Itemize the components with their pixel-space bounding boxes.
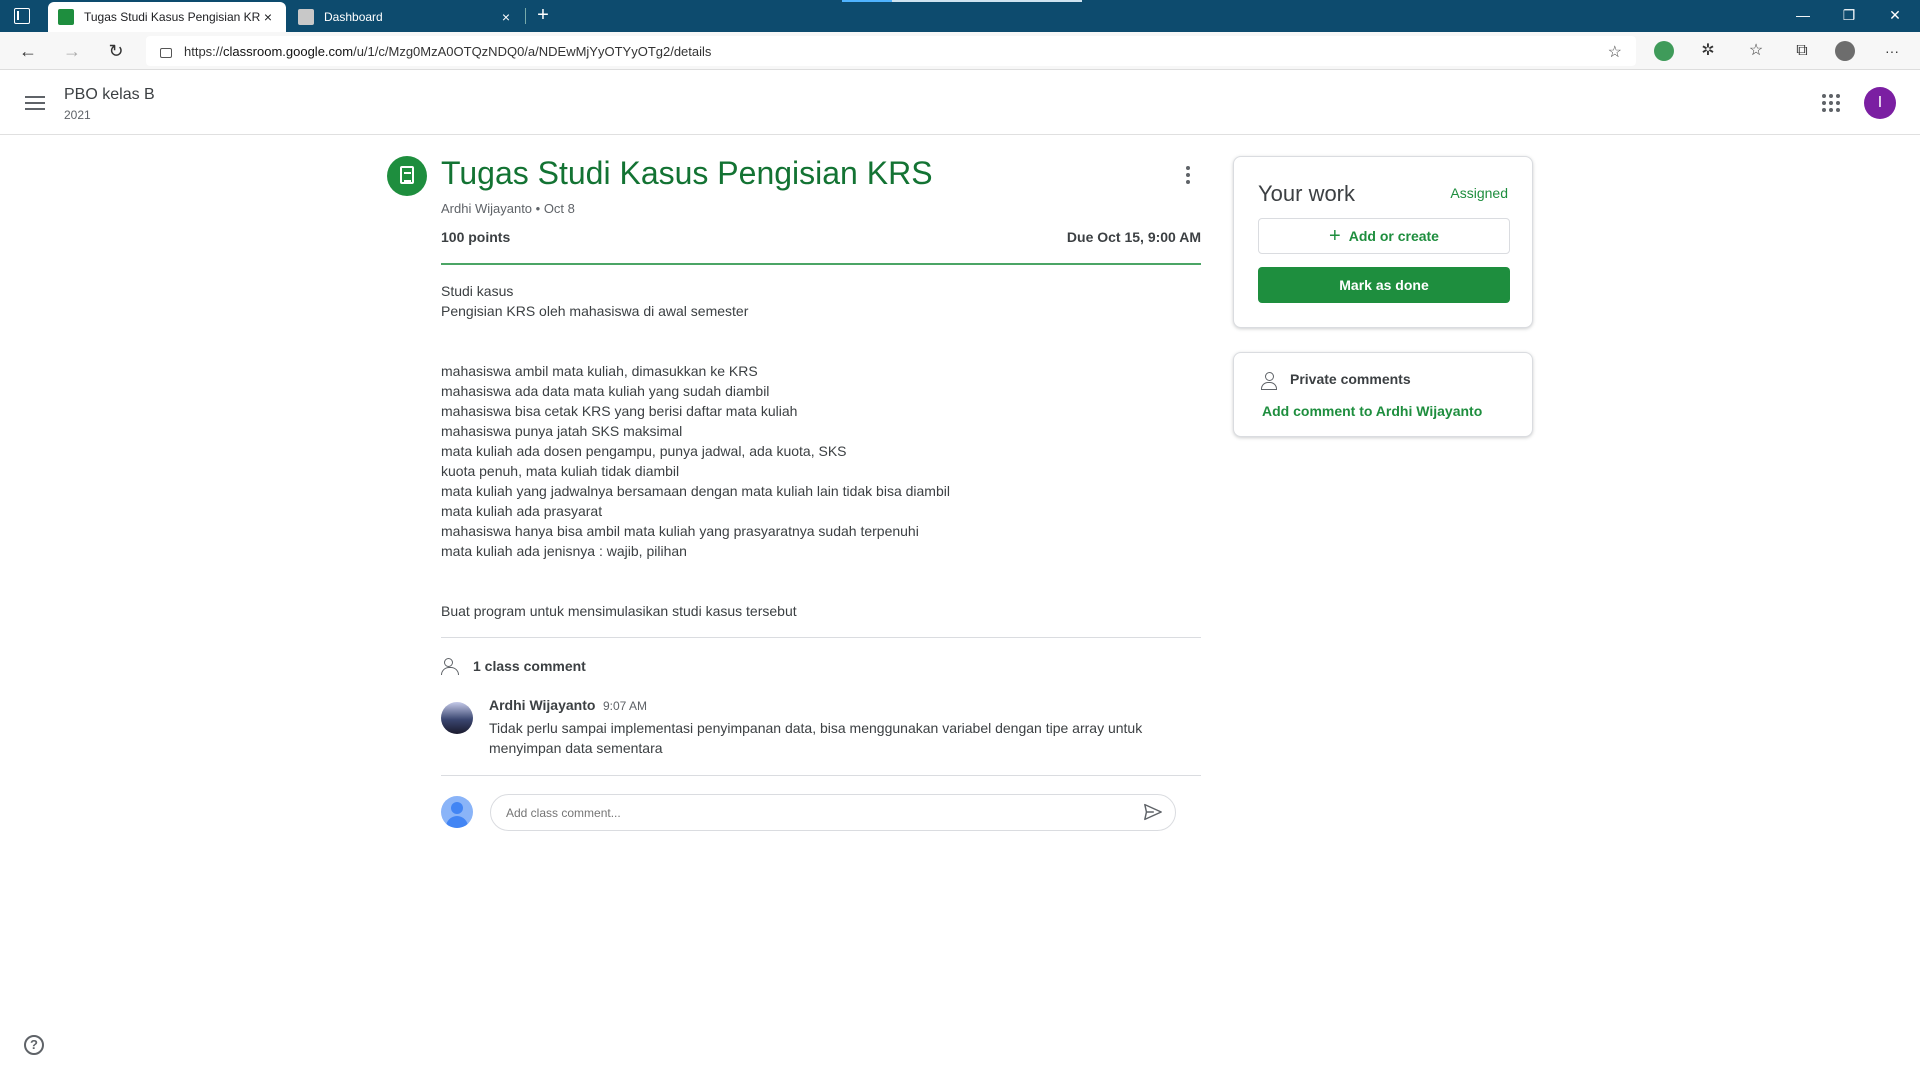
collections-icon[interactable]: ⧉ [1788, 38, 1816, 66]
class-comment-input[interactable] [490, 794, 1176, 831]
description-line: mata kuliah yang jadwalnya bersamaan den… [441, 483, 950, 499]
tab-label: Tugas Studi Kasus Pengisian KRS [84, 10, 260, 24]
menu-icon[interactable] [25, 96, 45, 110]
description-line: mahasiswa bisa cetak KRS yang berisi daf… [441, 403, 798, 419]
description-line: kuota penuh, mata kuliah tidak diambil [441, 463, 680, 479]
add-favorite-icon[interactable]: ☆ [1608, 42, 1622, 62]
your-work-card: Your work Assigned + Add or create Mark … [1233, 156, 1533, 328]
comment-author: Ardhi Wijayanto [489, 697, 596, 713]
classroom-favicon-icon [58, 9, 74, 25]
private-comments-card: Private comments Add comment to Ardhi Wi… [1233, 352, 1533, 437]
description-line [441, 561, 1201, 581]
plus-icon: + [1329, 224, 1341, 247]
author-date: Ardhi Wijayanto • Oct 8 [441, 201, 575, 216]
tab-close-icon[interactable]: × [260, 9, 276, 25]
description-line: Studi kasus [441, 283, 514, 299]
back-button[interactable]: ← [14, 38, 42, 66]
description-line: Pengisian KRS oleh mahasiswa di awal sem… [441, 303, 749, 319]
tab-label: Dashboard [324, 10, 383, 24]
description-line: mahasiswa hanya bisa ambil mata kuliah y… [441, 523, 919, 539]
more-options-icon[interactable] [1182, 166, 1194, 186]
new-tab-button[interactable]: + [530, 4, 556, 28]
description-line: mata kuliah ada dosen pengampu, punya ja… [441, 443, 847, 459]
points: 100 points [441, 229, 511, 245]
class-section: 2021 [64, 108, 91, 122]
people-icon [441, 656, 465, 676]
comments-divider [441, 637, 1201, 638]
classroom-header: PBO kelas B 2021 I [0, 71, 1920, 135]
comment-time: 9:07 AM [603, 699, 648, 713]
description-line [441, 581, 1201, 601]
status-badge: Assigned [1450, 185, 1508, 201]
description-line [441, 321, 1201, 341]
description-line: mahasiswa ambil mata kuliah, dimasukkan … [441, 363, 758, 379]
tab-classroom[interactable]: Tugas Studi Kasus Pengisian KRS × [48, 2, 286, 32]
add-or-create-button[interactable]: + Add or create [1258, 218, 1510, 254]
browser-toolbar: ← → ↻ https://classroom.google.com/u/1/c… [0, 32, 1920, 70]
due-date: Due Oct 15, 9:00 AM [1066, 229, 1201, 245]
dashboard-favicon-icon [298, 9, 314, 25]
close-window-button[interactable]: ✕ [1872, 0, 1918, 32]
comment-text: Tidak perlu sampai implementasi penyimpa… [489, 720, 1143, 756]
help-icon[interactable]: ? [24, 1035, 44, 1055]
your-work-title: Your work [1258, 181, 1356, 206]
description-line: mata kuliah ada jenisnya : wajib, piliha… [441, 543, 687, 559]
lock-icon [160, 48, 172, 58]
favorites-icon[interactable]: ☆ [1742, 38, 1770, 66]
avatar [441, 702, 473, 734]
description-line: mata kuliah ada prasyarat [441, 503, 603, 519]
extension-icon[interactable] [1654, 41, 1674, 61]
person-icon [1260, 371, 1278, 390]
loading-progress [842, 0, 1082, 2]
add-private-comment-link[interactable]: Add comment to Ardhi Wijayanto [1262, 403, 1482, 419]
description-line [441, 341, 1201, 361]
description-line: Buat program untuk mensimulasikan studi … [441, 603, 797, 619]
description-line: mahasiswa punya jatah SKS maksimal [441, 423, 683, 439]
browser-tab-bar: Tugas Studi Kasus Pengisian KRS × Dashbo… [0, 0, 1920, 32]
tab-close-icon[interactable]: × [498, 9, 514, 25]
url-text[interactable]: https://classroom.google.com/u/1/c/Mzg0M… [184, 44, 711, 59]
settings-more-button[interactable]: ··· [1878, 38, 1906, 66]
private-comments-title: Private comments [1290, 371, 1411, 387]
reload-button[interactable]: ↻ [102, 38, 130, 66]
class-comments-heading[interactable]: 1 class comment [441, 656, 586, 676]
account-avatar[interactable]: I [1864, 87, 1896, 119]
assignment-description: Studi kasus Pengisian KRS oleh mahasiswa… [441, 281, 1201, 621]
tab-actions-icon[interactable] [14, 8, 30, 24]
forward-button[interactable]: → [58, 38, 86, 66]
add-or-create-label: Add or create [1348, 228, 1439, 244]
send-icon[interactable] [1143, 803, 1163, 821]
class-name[interactable]: PBO kelas B [64, 86, 155, 104]
class-comments-count: 1 class comment [473, 658, 586, 674]
tab-divider [525, 8, 526, 24]
comment-divider [441, 775, 1201, 776]
page-title: Tugas Studi Kasus Pengisian KRS [441, 155, 933, 191]
assignment-icon [387, 156, 427, 196]
maximize-button[interactable]: ❐ [1826, 0, 1872, 32]
mark-as-done-button[interactable]: Mark as done [1258, 267, 1510, 303]
google-apps-icon[interactable] [1822, 94, 1840, 112]
address-bar[interactable]: https://classroom.google.com/u/1/c/Mzg0M… [146, 36, 1636, 66]
minimize-button[interactable]: — [1780, 0, 1826, 32]
profile-icon[interactable] [1835, 41, 1855, 61]
tab-dashboard[interactable]: Dashboard × [288, 2, 524, 32]
header-divider [441, 263, 1201, 265]
current-user-avatar [441, 796, 473, 828]
description-line: mahasiswa ada data mata kuliah yang suda… [441, 383, 770, 399]
extensions-puzzle-icon[interactable]: ✲ [1694, 38, 1722, 66]
